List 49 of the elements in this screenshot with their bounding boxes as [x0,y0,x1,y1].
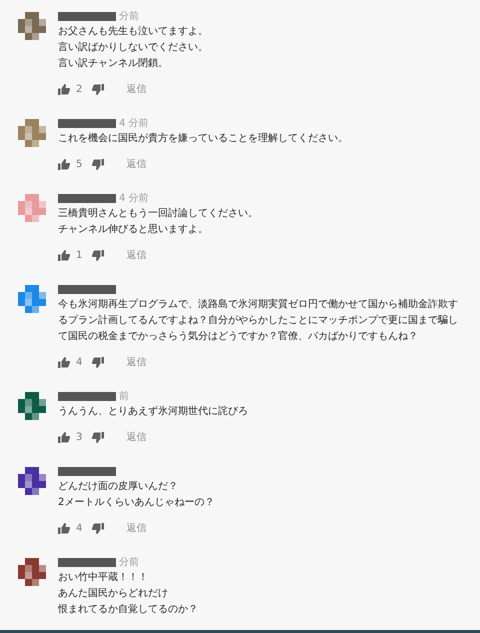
comment-text: 今も氷河期再生プログラムで、淡路島で氷河期実質ゼロ円で働かせて国から補助金詐欺するプラン計画してるんですよね？自分がやらかしたことにマッチポンプで更に国まで騙して国民の税金までかっさらう気分はどうですか？官僚、バカばかりですもんね？ [58,298,459,344]
comment-text: あんた国民からどれだけ [58,587,169,601]
reply-button[interactable]: 返信 [126,156,146,172]
thumbs-up-icon[interactable] [58,356,70,368]
timestamp: 分前 [119,10,139,24]
thumbs-up-icon[interactable] [58,522,70,534]
thumbs-down-icon[interactable] [92,432,104,442]
thumbs-down-icon[interactable] [92,84,104,94]
redaction-bar [58,12,116,20]
like-count: 4 [76,522,82,536]
like-count: 2 [76,82,82,96]
like-count: 5 [76,158,82,172]
comment-text: お父さんも先生も泣いてますよ。 [58,24,209,39]
redaction-bar [58,118,116,128]
redaction-bar [58,194,116,202]
thumbs-up-icon[interactable] [58,250,70,260]
reply-button[interactable]: 返信 [126,354,146,370]
timestamp: 4 分前 [119,192,149,206]
comment-text: うんうん、とりあえず氷河期世代に詫びろ [58,404,249,419]
timestamp: 分前 [119,556,139,570]
thumbs-down-icon[interactable] [92,522,104,534]
like-count: 4 [76,356,82,370]
redaction-bar [58,558,116,566]
reply-button[interactable]: 返信 [126,520,146,536]
thumbs-down-icon[interactable] [92,356,104,368]
redaction-bar [58,466,116,476]
reply-button[interactable]: 返信 [126,430,146,444]
thumbs-up-icon[interactable] [58,432,70,442]
comment-text: これを機会に国民が貴方を嫌っていることを理解してください。 [58,132,349,146]
like-count: 3 [76,430,82,444]
comment-text: 言い訳ばかりしないでください。 [58,40,209,55]
timestamp: 前 [119,390,129,404]
comment-text: 恨まれてるか自覚してるのか？ [58,602,199,617]
thumbs-up-icon[interactable] [58,84,70,94]
comment-text: どんだけ面の皮厚いんだ？ [58,480,179,494]
thumbs-down-icon[interactable] [92,250,104,260]
redaction-bar [58,392,116,400]
comment-text: チャンネル伸びると思いますよ。 [58,223,209,237]
redaction-bar [58,284,116,294]
thumbs-down-icon[interactable] [92,158,104,170]
like-count: 1 [76,248,82,262]
reply-button[interactable]: 返信 [126,248,146,262]
comment-text: 言い訳チャンネル閉鎖。 [58,56,169,71]
comment-text: 2メートルくらいあんじゃねーの？ [58,496,216,510]
comment-text: おい竹中平蔵！！！ [58,570,149,585]
comment-text: 三橋貴明さんともう一回討論してください。 [58,206,259,221]
reply-button[interactable]: 返信 [126,82,146,96]
timestamp: 4 分前 [119,116,149,130]
thumbs-up-icon[interactable] [58,158,70,170]
